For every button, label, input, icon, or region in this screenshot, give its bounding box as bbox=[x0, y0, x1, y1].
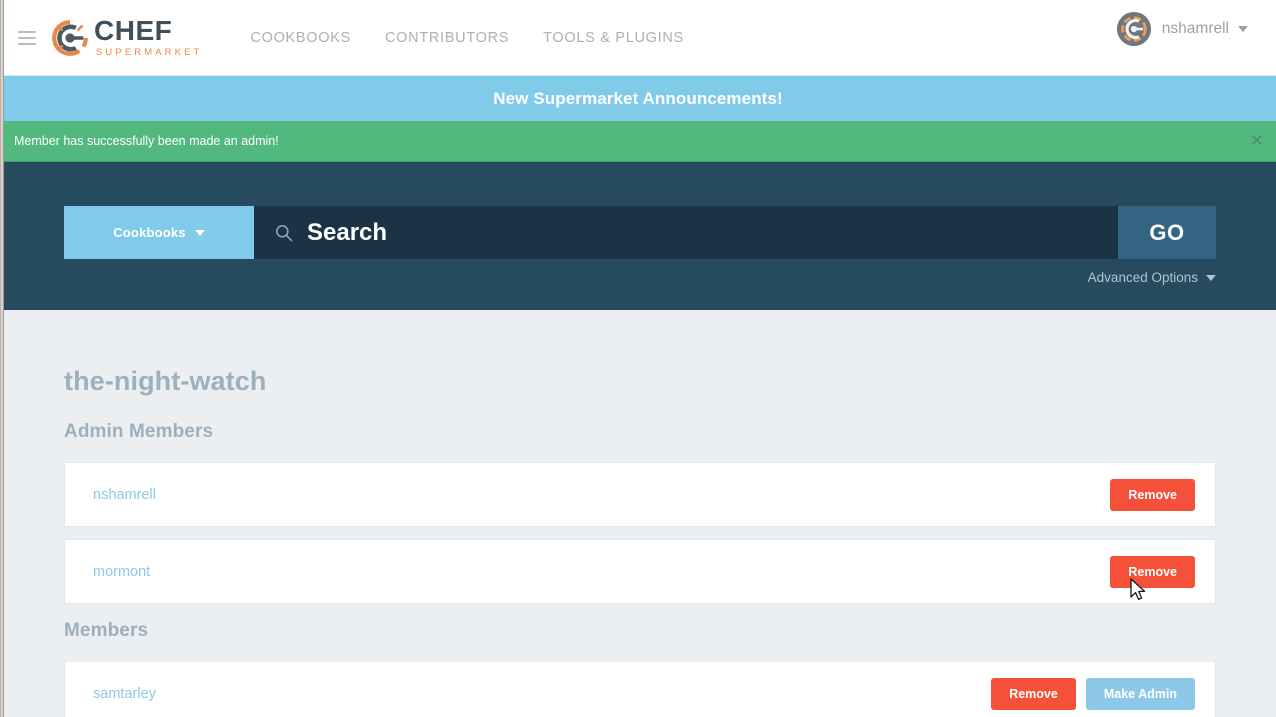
main-content: the-night-watch Admin Members nshamrell … bbox=[0, 310, 1276, 717]
member-name-link[interactable]: nshamrell bbox=[93, 487, 156, 503]
search-go-button[interactable]: GO bbox=[1118, 206, 1216, 259]
flash-success-alert: Member has successfully been made an adm… bbox=[0, 121, 1276, 162]
flash-message: Member has successfully been made an adm… bbox=[14, 134, 279, 148]
member-name-link[interactable]: samtarley bbox=[93, 686, 156, 702]
table-row: mormont Remove bbox=[64, 539, 1216, 604]
remove-button[interactable]: Remove bbox=[1110, 479, 1195, 511]
search-scope-label: Cookbooks bbox=[113, 225, 186, 240]
user-name-label: nshamrell bbox=[1162, 20, 1229, 38]
announcement-banner[interactable]: New Supermarket Announcements! bbox=[0, 76, 1276, 121]
hamburger-bar bbox=[18, 31, 36, 33]
nav-link-contributors[interactable]: CONTRIBUTORS bbox=[385, 30, 509, 46]
page-root: CHEF SUPERMARKET COOKBOOKS CONTRIBUTORS … bbox=[0, 0, 1276, 717]
browser-window-edge bbox=[0, 0, 4, 717]
advanced-options-toggle[interactable]: Advanced Options bbox=[1088, 270, 1216, 285]
announcement-text: New Supermarket Announcements! bbox=[493, 89, 783, 109]
section-heading-admin-members: Admin Members bbox=[64, 421, 213, 443]
chevron-down-icon bbox=[195, 230, 205, 236]
main-nav: COOKBOOKS CONTRIBUTORS TOOLS & PLUGINS bbox=[250, 30, 684, 46]
search-band: Cookbooks GO Advanced Options bbox=[0, 162, 1276, 310]
row-actions: Remove bbox=[1110, 556, 1195, 588]
user-menu[interactable]: nshamrell bbox=[1117, 12, 1248, 46]
brand-name: CHEF bbox=[94, 17, 202, 45]
hamburger-bar bbox=[18, 43, 36, 45]
search-scope-dropdown[interactable]: Cookbooks bbox=[64, 206, 254, 259]
remove-button[interactable]: Remove bbox=[991, 678, 1076, 710]
section-heading-members: Members bbox=[64, 620, 148, 642]
chevron-down-icon bbox=[1206, 275, 1216, 281]
chevron-down-icon bbox=[1238, 26, 1248, 32]
brand-wordmark: CHEF SUPERMARKET bbox=[94, 17, 202, 58]
advanced-options-label: Advanced Options bbox=[1088, 270, 1198, 285]
chef-avatar-icon bbox=[1117, 12, 1151, 46]
search-icon bbox=[274, 223, 294, 243]
table-row: nshamrell Remove bbox=[64, 462, 1216, 527]
table-row: samtarley Remove Make Admin bbox=[64, 661, 1216, 717]
chef-logo-icon bbox=[50, 18, 90, 58]
search-input[interactable] bbox=[307, 219, 1118, 247]
search-field-wrapper[interactable] bbox=[254, 206, 1118, 259]
row-actions: Remove bbox=[1110, 479, 1195, 511]
hamburger-bar bbox=[18, 37, 36, 39]
remove-button[interactable]: Remove bbox=[1110, 556, 1195, 588]
make-admin-button[interactable]: Make Admin bbox=[1086, 678, 1195, 710]
search-row: Cookbooks GO bbox=[64, 206, 1216, 259]
page-title: the-night-watch bbox=[64, 366, 266, 397]
site-header: CHEF SUPERMARKET COOKBOOKS CONTRIBUTORS … bbox=[0, 0, 1276, 76]
nav-link-tools-plugins[interactable]: TOOLS & PLUGINS bbox=[543, 30, 684, 46]
close-icon[interactable]: × bbox=[1250, 133, 1264, 150]
hamburger-icon[interactable] bbox=[18, 31, 36, 45]
row-actions: Remove Make Admin bbox=[991, 678, 1195, 710]
member-name-link[interactable]: mormont bbox=[93, 564, 150, 580]
brand-subtitle: SUPERMARKET bbox=[96, 48, 202, 58]
nav-link-cookbooks[interactable]: COOKBOOKS bbox=[250, 30, 351, 46]
brand-logo-link[interactable]: CHEF SUPERMARKET bbox=[50, 17, 202, 58]
